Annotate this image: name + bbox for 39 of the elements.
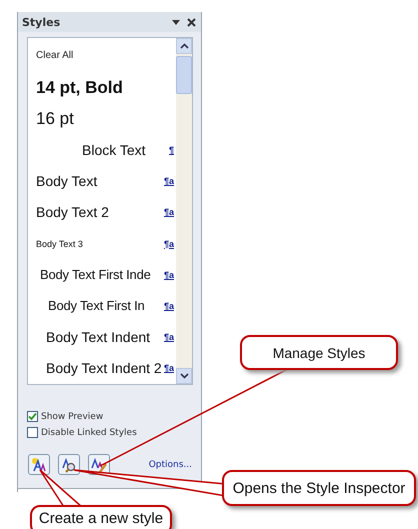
style-type-mark: ¶a — [164, 332, 174, 342]
close-icon[interactable] — [187, 18, 196, 26]
style-name[interactable]: Block Text — [36, 142, 146, 158]
checkbox[interactable] — [27, 411, 38, 422]
scrollbar-thumb[interactable] — [176, 56, 192, 94]
style-type-mark: ¶a — [164, 207, 174, 218]
options-link[interactable]: Options... — [148, 460, 192, 470]
checkbox-label: Show Preview — [41, 412, 104, 422]
style-inspector-button[interactable] — [58, 454, 80, 475]
callout: Manage Styles — [240, 335, 398, 370]
scroll-up-icon[interactable] — [180, 43, 188, 49]
style-name[interactable]: Body Text Indent — [36, 329, 150, 346]
scroll-down-icon[interactable] — [180, 373, 188, 379]
new-style-button[interactable] — [28, 454, 50, 475]
style-name[interactable]: Body Text Indent 2 — [36, 360, 162, 376]
checkbox[interactable] — [27, 427, 38, 438]
style-name[interactable]: Body Text — [36, 173, 98, 190]
dropdown-arrow-icon[interactable] — [171, 18, 181, 26]
style-name[interactable]: Clear All — [36, 50, 74, 60]
style-name[interactable]: 16 pt — [36, 108, 74, 129]
style-name[interactable]: Body Text First In — [36, 298, 145, 314]
style-type-mark: ¶a — [164, 238, 174, 249]
style-type-mark: ¶a — [164, 176, 174, 186]
checkbox-label: Disable Linked Styles — [41, 428, 137, 438]
callout: Create a new style — [30, 505, 172, 529]
style-name[interactable]: Body Text 2 — [36, 204, 109, 220]
style-name[interactable]: Body Text First Inde — [36, 267, 151, 282]
pencil-icon — [91, 456, 107, 472]
style-type-mark: ¶a — [164, 300, 174, 311]
style-type-mark: ¶a — [164, 363, 174, 374]
scrollbar[interactable] — [176, 38, 192, 384]
style-type-mark: ¶ — [168, 144, 174, 155]
magnifier-icon — [61, 456, 77, 472]
style-type-mark: ¶a — [164, 270, 174, 280]
style-name[interactable]: Body Text 3 — [36, 238, 83, 249]
new-style-icon — [31, 456, 47, 472]
style-name[interactable]: 14 pt, Bold — [36, 78, 123, 98]
pane-title: Styles — [22, 16, 62, 28]
callout: Opens the Style Inspector — [222, 470, 416, 506]
